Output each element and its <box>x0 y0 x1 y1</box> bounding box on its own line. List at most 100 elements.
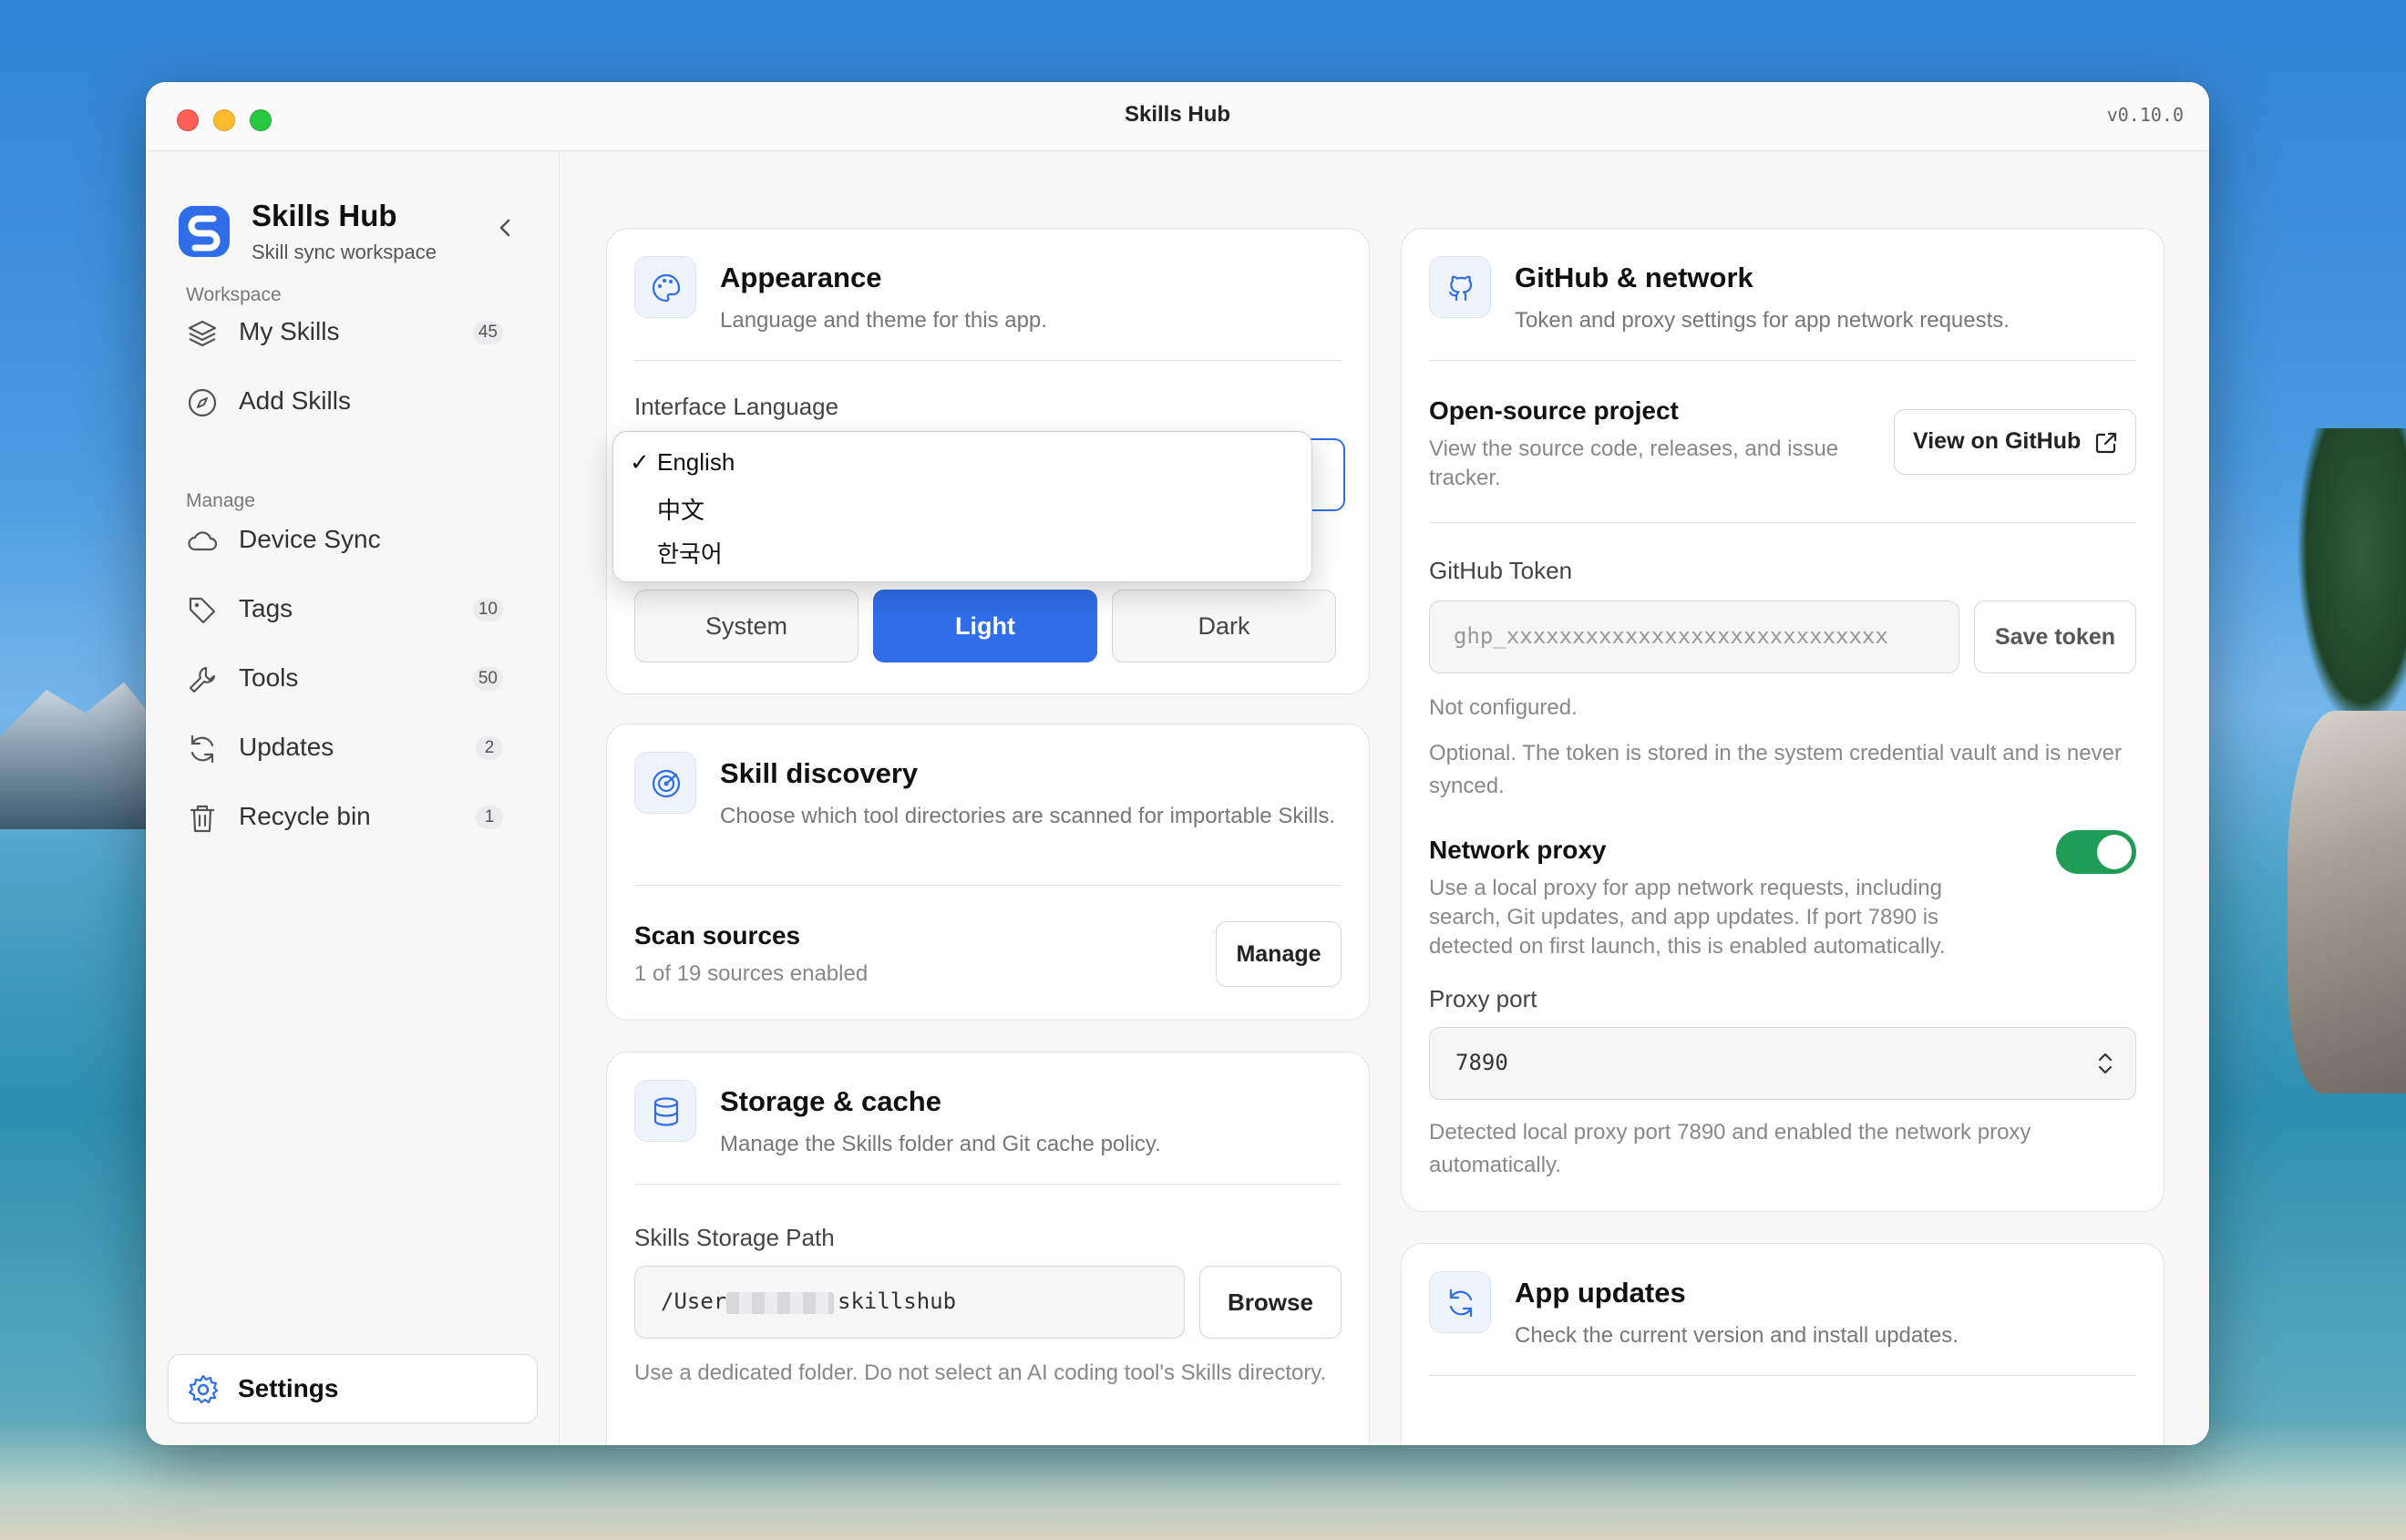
proxy-port-stepper[interactable]: 7890 <box>1429 1027 2136 1100</box>
storage-card: Storage & cache Manage the Skills folder… <box>606 1052 1370 1445</box>
checkmark-icon: ✓ <box>630 448 650 476</box>
settings-content: Appearance Language and theme for this a… <box>560 151 2209 1445</box>
palette-icon <box>652 273 681 303</box>
sidebar-item-my-skills[interactable]: My Skills 45 <box>177 303 530 361</box>
github-token-label: GitHub Token <box>1429 557 1573 584</box>
sidebar-item-tools[interactable]: Tools 50 <box>177 649 530 707</box>
storage-hint: Use a dedicated folder. Do not select an… <box>634 1360 1327 1385</box>
stepper-arrows-icon[interactable] <box>2093 1048 2117 1079</box>
cloud-icon <box>188 531 218 551</box>
proxy-port-label: Proxy port <box>1429 985 1537 1012</box>
language-dropdown-menu: ✓ English 中文 한국어 <box>612 431 1312 582</box>
scan-sources-title: Scan sources <box>634 921 801 950</box>
sidebar-item-label: Add Skills <box>239 386 351 415</box>
refresh-icon <box>1449 1288 1473 1318</box>
theme-option-system[interactable]: System <box>634 590 859 662</box>
github-network-card: GitHub & network Token and proxy setting… <box>1401 228 2164 1212</box>
redacted-path <box>726 1292 834 1314</box>
layers-icon <box>188 320 217 347</box>
sidebar-item-label: Settings <box>238 1374 339 1402</box>
option-label: 中文 <box>657 497 705 524</box>
github-icon <box>1448 275 1473 302</box>
manage-section-label: Manage <box>186 490 255 511</box>
window-title: Skills Hub <box>1124 102 1231 127</box>
wallpaper-rocks <box>2288 711 2406 1093</box>
theme-segmented-control: System Light Dark <box>634 590 1345 662</box>
network-proxy-subtitle: Use a local proxy for app network reques… <box>1429 876 1946 959</box>
card-title: Skill discovery <box>720 757 919 789</box>
storage-path-input[interactable]: /User skillshub <box>634 1266 1185 1339</box>
card-title: GitHub & network <box>1515 262 1753 293</box>
sidebar-item-label: Recycle bin <box>239 802 371 830</box>
card-title: Storage & cache <box>720 1085 941 1117</box>
chevron-left-icon[interactable] <box>488 211 521 244</box>
sidebar-item-device-sync[interactable]: Device Sync <box>177 510 530 569</box>
language-option-korean[interactable]: 한국어 <box>613 527 1311 570</box>
save-token-button[interactable]: Save token <box>1974 601 2136 673</box>
storage-icon-box <box>634 1080 696 1142</box>
path-prefix: /User <box>661 1288 727 1314</box>
divider <box>634 360 1342 361</box>
tag-icon <box>189 597 216 624</box>
sidebar-item-label: My Skills <box>239 317 340 345</box>
compass-icon <box>188 388 217 417</box>
sidebar-item-label: Device Sync <box>239 525 381 553</box>
app-window: Skills Hub v0.10.0 Skills Hub Skill sync… <box>146 82 2209 1445</box>
divider <box>1429 1375 2136 1376</box>
card-subtitle: Choose which tool directories are scanne… <box>720 804 1335 828</box>
network-proxy-toggle[interactable] <box>2056 830 2136 874</box>
language-option-chinese[interactable]: 中文 <box>613 483 1311 527</box>
card-subtitle: Manage the Skills folder and Git cache p… <box>720 1132 1161 1156</box>
theme-option-dark[interactable]: Dark <box>1112 590 1336 662</box>
sidebar-item-recycle-bin[interactable]: Recycle bin 1 <box>177 787 530 846</box>
proxy-status: Detected local proxy port 7890 and enabl… <box>1429 1120 2031 1177</box>
title-bar[interactable]: Skills Hub v0.10.0 <box>146 82 2209 151</box>
storage-path-label: Skills Storage Path <box>634 1224 835 1251</box>
option-label: English <box>657 448 735 476</box>
sidebar-item-label: Tools <box>239 663 299 692</box>
discovery-icon-box <box>634 752 696 814</box>
view-on-github-button[interactable]: View on GitHub <box>1894 409 2136 475</box>
github-token-input[interactable]: ghp_xxxxxxxxxxxxxxxxxxxxxxxxxxxxx <box>1429 601 1959 673</box>
external-link-icon <box>2095 432 2117 454</box>
divider <box>1429 360 2136 361</box>
theme-option-light[interactable]: Light <box>873 590 1097 662</box>
wallpaper-trees <box>2297 428 2406 729</box>
language-label: Interface Language <box>634 393 839 420</box>
brand-subtitle: Skill sync workspace <box>252 241 437 263</box>
sidebar-item-label: Tags <box>239 594 293 622</box>
divider <box>634 1184 1342 1185</box>
trash-icon <box>190 805 215 833</box>
network-proxy-title: Network proxy <box>1429 836 1607 864</box>
radar-icon <box>652 769 681 798</box>
sidebar-item-add-skills[interactable]: Add Skills <box>177 372 530 430</box>
scan-sources-status: 1 of 19 sources enabled <box>634 961 869 986</box>
github-icon-box <box>1429 256 1491 318</box>
language-option-english[interactable]: ✓ English <box>613 439 1311 483</box>
sidebar-item-settings[interactable]: Settings <box>168 1354 538 1423</box>
toggle-knob <box>2097 835 2132 869</box>
sidebar-item-tags[interactable]: Tags 10 <box>177 580 530 638</box>
card-subtitle: Check the current version and install up… <box>1515 1323 1959 1348</box>
updates-icon-box <box>1429 1271 1491 1333</box>
button-label: View on GitHub <box>1913 428 2082 454</box>
wallpaper-mountains <box>0 682 155 829</box>
sidebar-item-updates[interactable]: Updates 2 <box>177 718 530 776</box>
count-badge: 1 <box>476 806 503 829</box>
appearance-icon-box <box>634 256 696 318</box>
divider <box>1429 522 2136 523</box>
option-label: 한국어 <box>657 540 723 568</box>
brand-name: Skills Hub <box>252 199 397 232</box>
sidebar: Skills Hub Skill sync workspace Workspac… <box>146 151 560 1445</box>
skills-hub-logo-icon <box>179 206 230 257</box>
token-hint: Optional. The token is stored in the sys… <box>1429 741 2122 798</box>
sidebar-item-label: Updates <box>239 733 334 761</box>
manage-sources-button[interactable]: Manage <box>1216 921 1342 987</box>
app-updates-card: App updates Check the current version an… <box>1401 1243 2164 1445</box>
wrench-icon <box>189 666 216 693</box>
token-status: Not configured. <box>1429 695 1578 720</box>
count-badge: 50 <box>472 667 503 691</box>
browse-button[interactable]: Browse <box>1199 1266 1342 1339</box>
proxy-port-value: 7890 <box>1455 1050 1508 1075</box>
appearance-card: Appearance Language and theme for this a… <box>606 228 1370 694</box>
